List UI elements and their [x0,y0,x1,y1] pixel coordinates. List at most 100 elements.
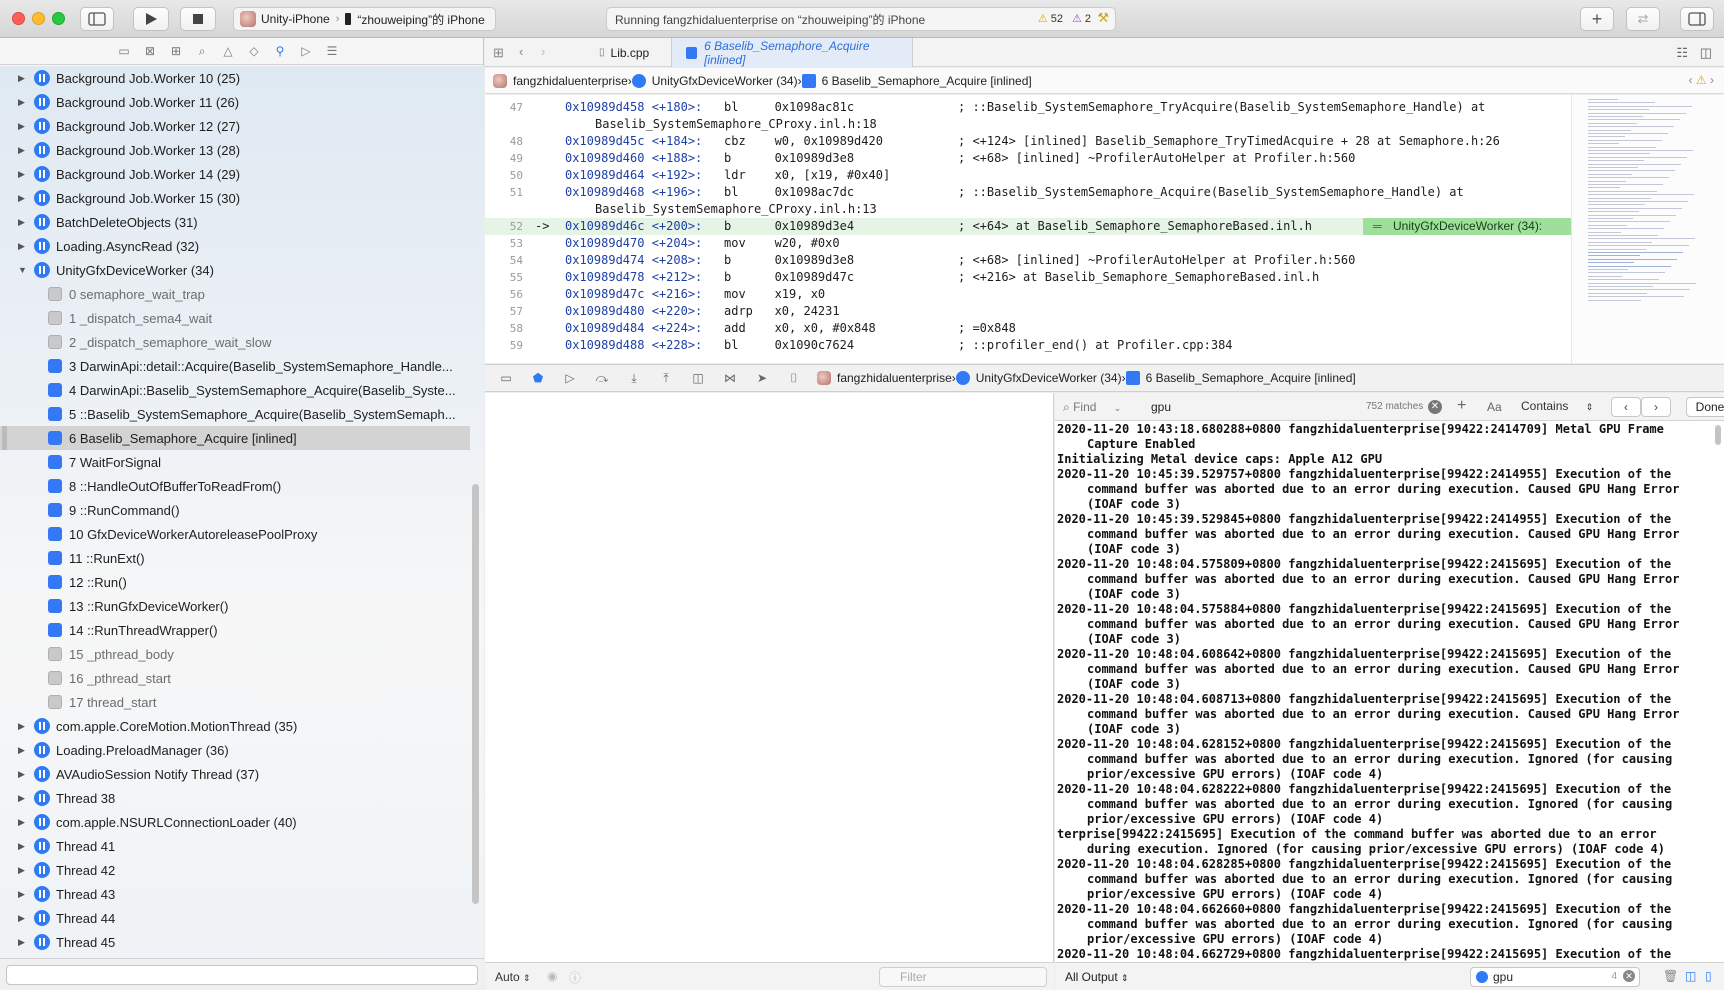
disclosure-collapsed-icon[interactable]: ▶ [18,241,32,252]
line-number[interactable]: 52 [485,218,523,235]
split-editor-icon[interactable]: ◫ [1700,45,1712,61]
breakpoints-toggle-icon[interactable]: ⬟ [527,371,549,385]
navigator-filter-input[interactable] [6,965,478,985]
find-previous-button[interactable]: ‹ [1611,397,1641,417]
stack-frame-row[interactable]: 6 Baselib_Semaphore_Acquire [inlined] [0,426,470,450]
error-count-badge[interactable]: ⚠ 2 [1072,12,1091,25]
line-number[interactable]: 56 [485,286,523,303]
hide-debug-area-icon[interactable]: ▭ [495,371,517,385]
thread-row[interactable]: ▶ Thread 43 [0,882,484,906]
code-review-button[interactable]: ⇄ [1626,7,1660,31]
line-number[interactable]: 48 [485,133,523,150]
stack-frame-row[interactable]: 12 ::Run() [0,570,484,594]
tab-active-frame[interactable]: 6 Baselib_Semaphore_Acquire [inlined] [671,38,913,67]
issue-nav-icon[interactable]: ‹ ⚠ › [1689,73,1714,87]
thread-row[interactable]: ▶ Thread 42 [0,858,484,882]
step-into-icon[interactable]: ⤓ [623,371,645,386]
view-hierarchy-icon[interactable]: ◫ [687,371,709,385]
code-line[interactable]: 48 0x10989d45c <+184>: cbz w0, 0x10989d420… [485,133,1571,150]
disclosure-collapsed-icon[interactable]: ▶ [18,769,32,780]
warning-count-badge[interactable]: ⚠ 52 [1038,12,1063,25]
disclosure-collapsed-icon[interactable]: ▶ [18,721,32,732]
disclosure-collapsed-icon[interactable]: ▶ [18,217,32,228]
split-console-icon[interactable]: ◫ [1685,969,1696,983]
minimap[interactable] [1571,95,1724,363]
code-line[interactable]: 55 0x10989d478 <+212>: b 0x10989d47c ; <+21… [485,269,1571,286]
line-number[interactable]: 55 [485,269,523,286]
trash-icon[interactable]: 🗑 [1663,969,1678,983]
navigator-scrollbar[interactable] [472,484,479,904]
thread-row[interactable]: ▶ Loading.PreloadManager (36) [0,738,484,762]
disclosure-collapsed-icon[interactable]: ▶ [18,193,32,204]
thread-row-expanded[interactable]: ▼ UnityGfxDeviceWorker (34) [0,258,484,282]
code-line[interactable]: 52 -> 0x10989d46c <+200>: b 0x10989d3e4 ; <+… [485,218,1571,235]
search-icon[interactable]: ⌕ [193,42,211,60]
thread-row[interactable]: ▶ AVAudioSession Notify Thread (37) [0,762,484,786]
debug-navigator-icon[interactable]: ⚲ [271,42,289,60]
breadcrumb-project[interactable]: fangzhidaluenterprise [817,371,952,385]
disclosure-collapsed-icon[interactable]: ▶ [18,937,32,948]
stack-frame-row[interactable]: 10 GfxDeviceWorkerAutoreleasePoolProxy [0,522,484,546]
info-icon[interactable]: ⓘ [569,969,581,986]
find-mode-popup[interactable]: ⌕ Find ⌄ [1063,400,1121,415]
code-line[interactable]: 54 0x10989d474 <+208>: b 0x10989d3e8 ; <+68… [485,252,1571,269]
close-window-button[interactable] [12,12,25,25]
thread-row[interactable]: ▶ BatchDeleteObjects (31) [0,210,484,234]
disclosure-collapsed-icon[interactable]: ▶ [18,817,32,828]
back-icon[interactable]: ‹ [519,44,523,59]
tab-lib-cpp[interactable]: ▯ Lib.cpp [585,38,663,67]
thread-row[interactable]: ▶ Thread 38 [0,786,484,810]
stack-frame-row[interactable]: 8 ::HandleOutOfBufferToReadFrom() [0,474,484,498]
console-only-icon[interactable]: ▯ [1705,969,1712,983]
breadcrumb-frame[interactable]: 6 Baselib_Semaphore_Acquire [inlined] [801,73,1032,88]
stack-frame-row[interactable]: 7 WaitForSignal [0,450,484,474]
disclosure-collapsed-icon[interactable]: ▶ [18,97,32,108]
memory-graph-icon[interactable]: ⋈ [719,371,741,385]
disclosure-collapsed-icon[interactable]: ▶ [18,865,32,876]
disclosure-collapsed-icon[interactable]: ▶ [18,793,32,804]
stack-frame-row[interactable]: 16 _pthread_start [0,666,484,690]
code-line[interactable]: Baselib_SystemSemaphore_CProxy.inl.h:18 [485,116,1571,133]
code-line[interactable]: 50 0x10989d464 <+192>: ldr x0, [x19, #0x40… [485,167,1571,184]
thread-row[interactable]: ▶ Background Job.Worker 12 (27) [0,114,484,138]
code-line[interactable]: Baselib_SystemSemaphore_CProxy.inl.h:13 [485,201,1571,218]
thread-row[interactable]: ▶ Loading.AsyncRead (32) [0,234,484,258]
line-number[interactable]: 53 [485,235,523,252]
disclosure-expanded-icon[interactable]: ▼ [18,265,32,275]
disassembly-view[interactable]: 47 0x10989d458 <+180>: bl 0x1098ac81c; ::B… [485,95,1571,363]
thread-row[interactable]: ▶ Background Job.Worker 11 (26) [0,90,484,114]
code-line[interactable]: 57 0x10989d480 <+220>: adrp x0, 24231 [485,303,1571,320]
output-filter-popup[interactable]: All Output ⇕ [1065,970,1129,984]
stack-frame-row[interactable]: 11 ::RunExt() [0,546,484,570]
grid-icon[interactable]: ⊞ [493,45,504,61]
minimize-window-button[interactable] [32,12,45,25]
disclosure-collapsed-icon[interactable]: ▶ [18,73,32,84]
breadcrumb-thread[interactable]: UnityGfxDeviceWorker (34) [631,73,798,88]
clear-filter-icon[interactable]: ✕ [1623,970,1635,982]
thread-row[interactable]: ▶ com.apple.CoreMotion.MotionThread (35) [0,714,484,738]
console-scrollbar[interactable] [1715,425,1721,445]
line-number[interactable]: 50 [485,167,523,184]
symbol-icon[interactable]: ⊞ [167,42,185,60]
camera-icon[interactable]: ⌷ [783,371,805,386]
location-icon[interactable]: ➤ [751,371,773,385]
thread-row[interactable]: ▶ Background Job.Worker 14 (29) [0,162,484,186]
disclosure-collapsed-icon[interactable]: ▶ [18,745,32,756]
console-log[interactable]: 2020-11-20 10:43:18.680288+0800 fangzhid… [1057,422,1707,962]
code-line[interactable]: 49 0x10989d460 <+188>: b 0x10989d3e8 ; <+68… [485,150,1571,167]
thread-row[interactable]: ▶ com.apple.NSURLConnectionLoader (40) [0,810,484,834]
thread-row[interactable]: ▶ Thread 41 [0,834,484,858]
stack-frame-row[interactable]: 0 semaphore_wait_trap [0,282,484,306]
line-number[interactable]: 59 [485,337,523,354]
variables-filter-input[interactable]: Filter [879,967,1047,987]
toggle-navigator-button[interactable] [80,7,114,31]
scheme-selector[interactable]: Unity-iPhone › “zhouweiping”的 iPhone [233,7,496,31]
stop-button[interactable] [180,7,216,31]
line-number[interactable]: 54 [485,252,523,269]
source-control-icon[interactable]: ⊠ [141,42,159,60]
line-number[interactable]: 49 [485,150,523,167]
disclosure-collapsed-icon[interactable]: ▶ [18,169,32,180]
thread-row[interactable]: ▶ Background Job.Worker 13 (28) [0,138,484,162]
match-case-icon[interactable]: Aa [1487,400,1502,414]
forward-icon[interactable]: › [541,44,545,59]
